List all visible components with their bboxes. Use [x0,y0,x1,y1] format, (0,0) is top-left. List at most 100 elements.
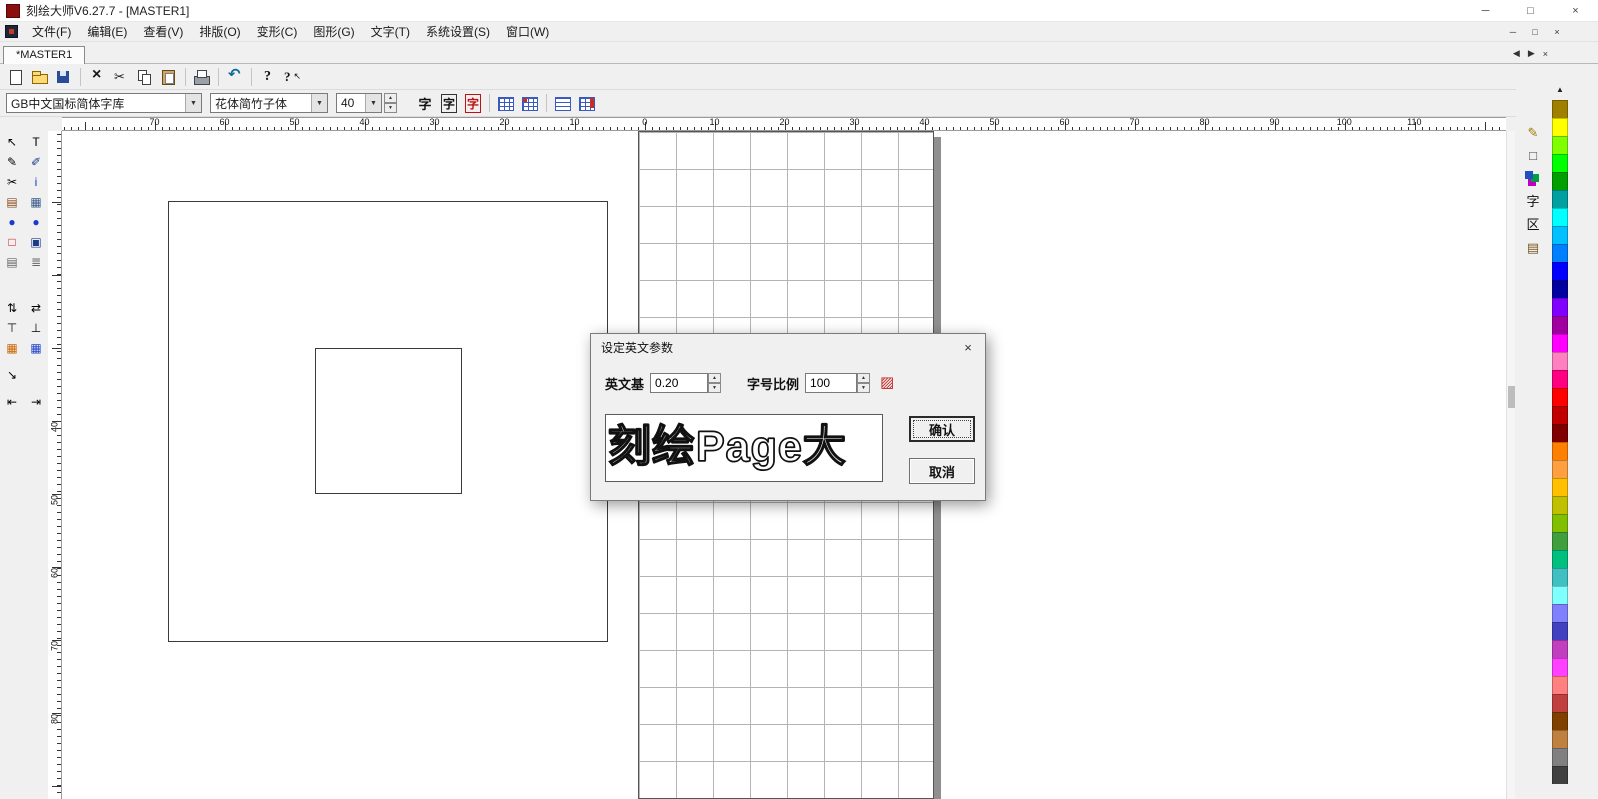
menu-item[interactable]: 编辑(E) [79,21,135,42]
cancel-button[interactable]: 取消 [909,458,975,484]
color-swatch[interactable] [1552,604,1568,622]
spin-down-icon[interactable]: ▼ [857,383,870,393]
color-swatch[interactable] [1552,298,1568,316]
scrollbar-thumb[interactable] [1508,386,1515,408]
font-size-select[interactable]: 40 ▼ [336,93,382,113]
context-help-button[interactable] [280,66,304,88]
tab-close-icon[interactable]: × [1541,49,1550,59]
color-swatch[interactable] [1552,640,1568,658]
menu-item[interactable]: 文件(F) [24,21,79,42]
print-button[interactable] [190,66,214,88]
paste-button[interactable] [157,66,181,88]
library-panel-icon[interactable]: ▤ [1520,237,1546,258]
confirm-button[interactable]: 确认 [909,416,975,442]
dialog-titlebar[interactable]: 设定英文参数 × [591,334,985,360]
circle-tool[interactable]: ● [25,213,47,231]
menu-item[interactable]: 系统设置(S) [418,21,498,42]
tab-master1[interactable]: *MASTER1 [3,46,85,64]
rect-tool[interactable]: □ [1,233,23,251]
menu-item[interactable]: 变形(C) [249,21,306,42]
help-button[interactable] [256,66,280,88]
maximize-button[interactable]: □ [1508,0,1553,22]
menu-item[interactable]: 查看(V) [135,21,191,42]
open-file-button[interactable] [28,66,52,88]
color-swatch[interactable] [1552,208,1568,226]
char-style-red-button[interactable]: 字 [461,92,485,114]
region-panel-icon[interactable]: 区 [1520,214,1546,235]
menu-item[interactable]: 图形(G) [305,21,362,42]
color-swatch[interactable] [1552,118,1568,136]
color-swatch[interactable] [1552,748,1568,766]
save-file-button[interactable] [52,66,76,88]
color-swatch[interactable] [1552,568,1568,586]
color-swatch[interactable] [1552,586,1568,604]
color-swatch[interactable] [1552,766,1568,784]
color-swatch[interactable] [1552,460,1568,478]
spin-down-icon[interactable]: ▼ [384,103,397,113]
color-swatch[interactable] [1552,190,1568,208]
table-layout-tool[interactable]: ▦ [25,339,47,357]
color-swatch[interactable] [1552,262,1568,280]
info-tool[interactable]: i [25,173,47,191]
delete-button[interactable] [85,66,109,88]
chevron-down-icon[interactable]: ▼ [311,94,327,112]
ellipse-tool[interactable]: ● [1,213,23,231]
cut-button[interactable] [109,66,133,88]
knife-tool[interactable]: ✂ [1,173,23,191]
color-swatch[interactable] [1552,244,1568,262]
shape-rectangle-small[interactable] [315,348,462,494]
color-swatch[interactable] [1552,550,1568,568]
bottom-align-tool[interactable]: ⊥ [25,319,47,337]
layout-grid-3-button[interactable] [551,92,575,114]
color-swatch[interactable] [1552,730,1568,748]
chevron-down-icon[interactable]: ▼ [365,94,381,112]
color-swatch[interactable] [1552,388,1568,406]
spin-up-icon[interactable]: ▲ [857,373,870,383]
english-base-input[interactable] [650,373,708,393]
red-stamp-icon[interactable]: ▨ [880,375,894,391]
undo-button[interactable] [223,66,247,88]
color-swatch[interactable] [1552,442,1568,460]
menu-item[interactable]: 排版(O) [191,21,248,42]
layout-grid-4-button[interactable] [575,92,599,114]
color-swatch[interactable] [1552,514,1568,532]
mdi-close-button[interactable]: × [1546,24,1568,40]
scale-tool[interactable]: ↘ [1,366,23,384]
page-tool[interactable]: ▤ [1,193,23,211]
color-swatch[interactable] [1552,100,1568,118]
menu-item[interactable]: 文字(T) [363,21,418,42]
font-ratio-input[interactable] [805,373,857,393]
spin-down-icon[interactable]: ▼ [708,383,721,393]
color-swatch[interactable] [1552,136,1568,154]
color-swatch[interactable] [1552,658,1568,676]
char-style-boxed-button[interactable]: 字 [437,92,461,114]
font-library-select[interactable]: GB中文国标简体字库 ▼ [6,93,202,113]
mdi-minimize-button[interactable]: ─ [1502,24,1524,40]
stretch-horizontal-tool[interactable]: ⇤ [1,393,23,411]
color-swatch[interactable] [1552,676,1568,694]
font-name-select[interactable]: 花体简竹子体 ▼ [210,93,328,113]
vertical-align-tool[interactable]: ⇅ [1,299,23,317]
color-swatch[interactable] [1552,172,1568,190]
minimize-button[interactable]: ─ [1463,0,1508,22]
color-swatch[interactable] [1552,226,1568,244]
color-swatch[interactable] [1552,622,1568,640]
tab-prev-icon[interactable]: ◀ [1511,48,1522,59]
palette-scroll-up-icon[interactable]: ▲ [1552,82,1568,96]
color-swatch[interactable] [1552,424,1568,442]
char-style-plain-button[interactable]: 字 [413,92,437,114]
spin-up-icon[interactable]: ▲ [384,93,397,103]
canvas-scrollbar[interactable] [1506,131,1515,799]
menu-item[interactable]: 窗口(W) [498,21,557,42]
color-swatch[interactable] [1552,352,1568,370]
layout-grid-1-button[interactable] [494,92,518,114]
color-swatch[interactable] [1552,694,1568,712]
copy-button[interactable] [133,66,157,88]
tab-next-icon[interactable]: ▶ [1526,48,1537,59]
char-panel-icon[interactable]: 字 [1520,191,1546,212]
color-blocks-icon[interactable] [1520,168,1546,189]
color-swatch[interactable] [1552,478,1568,496]
color-swatch[interactable] [1552,370,1568,388]
chevron-down-icon[interactable]: ▼ [185,94,201,112]
color-swatch[interactable] [1552,532,1568,550]
